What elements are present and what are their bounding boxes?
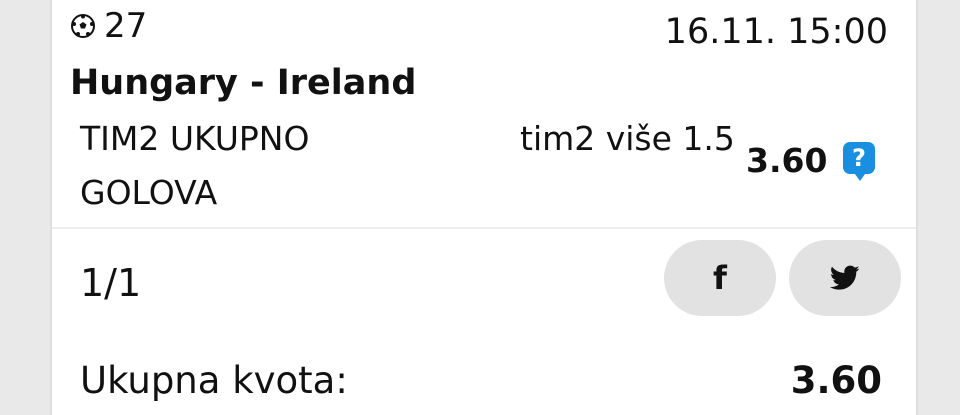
ticket-card: 27 16.11. 15:00 Hungary - Ireland TIM2 U… <box>50 0 918 415</box>
market-name: TIM2 UKUPNO GOLOVA <box>80 119 310 212</box>
twitter-icon <box>830 265 860 290</box>
event-header: 27 <box>70 6 147 46</box>
total-odds-value: 3.60 <box>790 359 882 402</box>
facebook-icon: f <box>713 259 727 297</box>
help-icon[interactable]: ? <box>843 142 875 181</box>
pick-name: tim2 više 1.5 <box>520 119 735 158</box>
match-title: Hungary - Ireland <box>70 63 417 103</box>
twitter-share-button[interactable] <box>789 240 901 316</box>
odd-value: 3.60 <box>746 141 828 180</box>
total-odds-label: Ukupna kvota: <box>80 359 348 402</box>
divider <box>52 227 916 229</box>
event-datetime: 16.11. 15:00 <box>664 12 888 52</box>
soccer-ball-icon <box>71 14 95 38</box>
event-code: 27 <box>104 6 148 46</box>
ticket-count: 1/1 <box>80 261 142 305</box>
facebook-share-button[interactable]: f <box>664 240 776 316</box>
